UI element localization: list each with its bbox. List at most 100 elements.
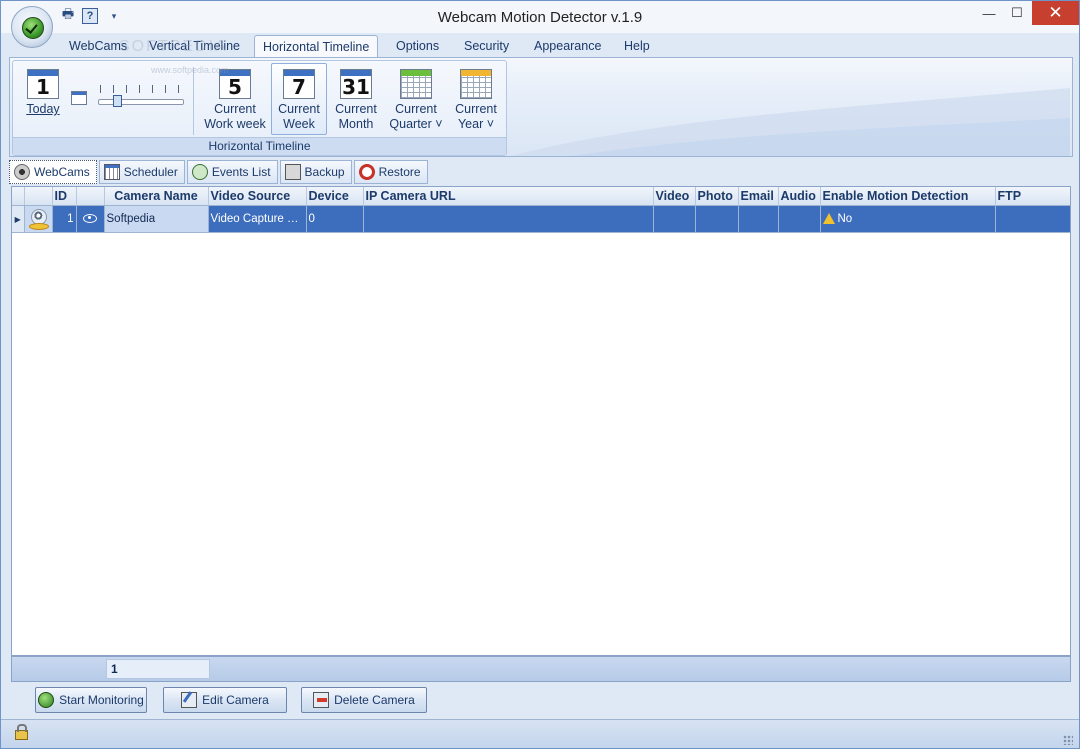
start-monitoring-button[interactable]: Start Monitoring [35,687,147,713]
subtab-webcams[interactable]: WebCams [9,160,97,184]
row-indicator: ▶ [12,205,25,233]
cell-video-source: Video Capture D... [208,205,307,233]
cell-device: 0 [306,205,364,233]
zoom-slider[interactable] [98,85,184,109]
col-indicator [12,187,25,206]
backup-icon [284,164,301,180]
edit-camera-button[interactable]: Edit Camera [163,687,287,713]
action-buttons: Start Monitoring Edit Camera Delete Came… [1,687,1079,715]
record-count: 1 [106,659,210,679]
col-ip-camera-url[interactable]: IP Camera URL [363,187,654,206]
cell-camera-name[interactable]: Softpedia [104,205,209,233]
slider-track [98,99,184,105]
quarter-label-1: Current [395,102,437,116]
cell-audio [778,205,821,233]
cameras-table: ID Camera Name Video Source Device IP Ca… [12,187,1070,233]
col-camera-name[interactable]: Camera Name [104,187,209,206]
cell-eye[interactable] [76,205,105,233]
calendar-quarter-icon [400,69,432,99]
application-menu-button[interactable] [11,6,53,48]
calendar-month-icon: 31 [340,69,372,99]
tab-help[interactable]: Help [616,35,658,57]
group-divider [193,67,194,135]
today-button[interactable]: 1 Today [19,65,67,117]
work-week-label-1: Current [214,102,256,116]
edit-icon [181,692,198,708]
cell-video [653,205,696,233]
status-bar [1,719,1079,748]
month-label-2: Month [338,117,374,131]
current-week-button[interactable]: 7 Current Week [271,63,327,135]
table-row[interactable]: ▶ 1 Softpedia Video Capture D... 0 No [12,205,1070,233]
date-picker-icon[interactable] [71,91,87,105]
horizontal-timeline-group: 1 Today 5 Current Work week 7 Current We… [12,60,507,156]
grid-footer: 1 [11,656,1071,682]
col-video-source[interactable]: Video Source [208,187,307,206]
col-audio[interactable]: Audio [778,187,821,206]
col-email[interactable]: Email [738,187,779,206]
start-icon [38,692,55,708]
close-button[interactable]: ✕ [1032,1,1079,25]
ribbon-panel: 1 Today 5 Current Work week 7 Current We… [9,57,1073,157]
col-device[interactable]: Device [306,187,364,206]
delete-icon [313,692,330,708]
col-enable-motion-detection[interactable]: Enable Motion Detection [820,187,996,206]
tab-vertical-timeline[interactable]: Vertical Timeline [141,35,248,57]
week-label-1: Current [278,102,320,116]
events-list-icon [191,164,208,180]
current-quarter-button[interactable]: Current Quarter ˅ [387,65,445,132]
current-year-button[interactable]: Current Year ˅ [449,65,503,132]
col-icon [24,187,53,206]
title-bar: 🖶 ? ▾ Webcam Motion Detector v.1.9 — ☐ ✕ [1,1,1079,33]
current-month-button[interactable]: 31 Current Month [329,65,383,132]
maximize-button[interactable]: ☐ [1004,1,1030,25]
cell-ftp [995,205,1070,233]
col-ftp[interactable]: FTP [995,187,1070,206]
minimize-button[interactable]: — [976,1,1002,25]
tab-horizontal-timeline[interactable]: Horizontal Timeline [254,35,379,59]
eye-icon [83,214,97,224]
window-title: Webcam Motion Detector v.1.9 [437,9,643,26]
subtab-scheduler[interactable]: Scheduler [98,160,185,184]
cell-enable-motion-detection: No [820,205,996,233]
calendar-week-icon: 7 [283,69,315,99]
tab-security[interactable]: Security [456,35,517,57]
col-photo[interactable]: Photo [695,187,739,206]
year-label-1: Current [455,102,497,116]
slider-ticks [100,85,180,93]
app-window: 🖶 ? ▾ Webcam Motion Detector v.1.9 — ☐ ✕… [0,0,1080,749]
calendar-day-icon: 1 [27,69,59,99]
restore-icon [358,164,375,180]
subtab-restore[interactable]: Restore [353,160,428,184]
subtab-backup[interactable]: Backup [279,160,352,184]
current-work-week-button[interactable]: 5 Current Work week [203,65,267,132]
tab-options[interactable]: Options [388,35,447,57]
lock-icon[interactable] [15,724,28,740]
resize-grip-icon[interactable] [1063,735,1073,745]
month-label-1: Current [335,102,377,116]
tab-appearance[interactable]: Appearance [526,35,609,57]
view-tabs: WebCams Scheduler Events List Backup Res… [9,160,428,184]
tab-webcams[interactable]: WebCams [61,35,135,57]
calendar-work-week-icon: 5 [219,69,251,99]
col-video[interactable]: Video [653,187,696,206]
cameras-grid[interactable]: ID Camera Name Video Source Device IP Ca… [11,186,1071,656]
app-logo-icon [22,17,44,39]
col-eye [76,187,105,206]
scheduler-icon [103,164,120,180]
group-caption: Horizontal Timeline [13,137,506,155]
delete-camera-button[interactable]: Delete Camera [301,687,427,713]
today-label: Today [26,102,60,116]
webcam-icon [14,164,30,180]
slider-thumb[interactable] [113,95,122,107]
cell-id: 1 [52,205,77,233]
subtab-events-list[interactable]: Events List [186,160,278,184]
warning-icon [822,213,835,225]
cell-ip-camera-url [363,205,654,233]
webcam-icon [28,209,49,230]
calendar-year-icon [460,69,492,99]
ribbon-tabs: WebCams Vertical Timeline Horizontal Tim… [1,35,1079,59]
week-label-2: Week [283,117,315,131]
col-id[interactable]: ID [52,187,77,206]
work-week-label-2: Work week [204,117,266,131]
